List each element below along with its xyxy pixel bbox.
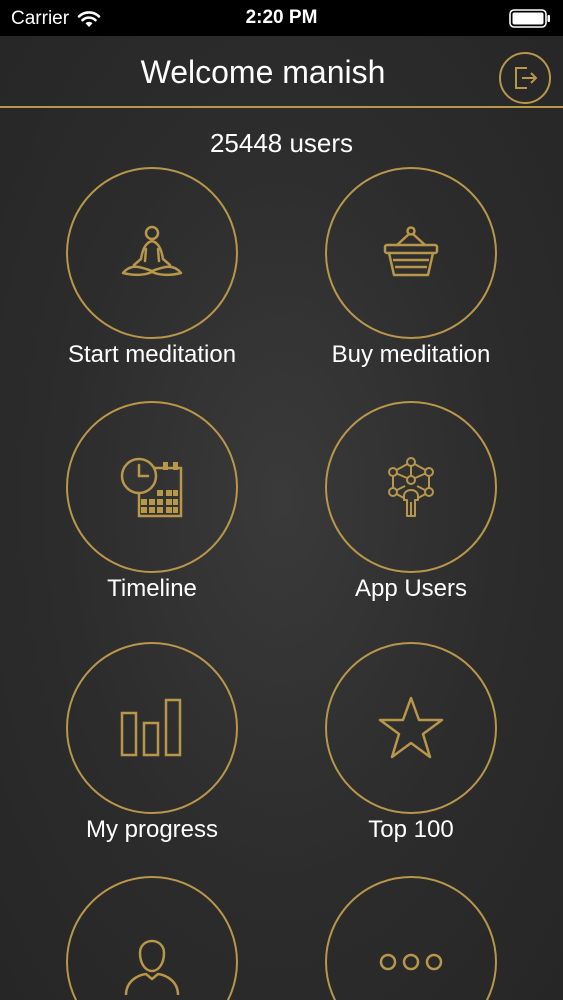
start-meditation-label: Start meditation	[67, 341, 237, 368]
app-users-label: App Users	[354, 575, 468, 602]
timeline-tile[interactable]: Timeline	[22, 401, 282, 603]
my-progress-label: My progress	[85, 816, 219, 843]
network-users-icon	[388, 457, 434, 517]
buy-meditation-label: Buy meditation	[331, 341, 491, 368]
buy-meditation-button[interactable]	[325, 167, 497, 339]
more-icon	[379, 953, 443, 971]
nav-bar: Welcome manish	[0, 36, 563, 108]
app-users-button[interactable]	[325, 401, 497, 573]
start-meditation-button[interactable]	[66, 167, 238, 339]
logout-button[interactable]	[499, 52, 551, 104]
status-bar: Carrier 2:20 PM	[0, 0, 563, 36]
my-progress-button[interactable]	[66, 642, 238, 814]
star-icon	[378, 696, 444, 759]
logout-icon	[515, 67, 538, 89]
battery-icon	[509, 9, 550, 28]
top-100-tile[interactable]: Top 100	[281, 642, 541, 844]
top-100-label: Top 100	[368, 816, 454, 843]
shopping-basket-icon	[383, 226, 439, 277]
profile-button[interactable]	[66, 876, 238, 1000]
app-users-tile[interactable]: App Users	[281, 401, 541, 603]
bar-chart-icon	[120, 698, 182, 757]
meditation-icon	[121, 225, 183, 277]
more-button[interactable]	[325, 876, 497, 1000]
timeline-label: Timeline	[107, 575, 197, 602]
user-count: 25448 users	[209, 128, 354, 158]
clock-calendar-icon	[120, 457, 183, 518]
page-title: Welcome manish	[140, 54, 386, 90]
start-meditation-tile[interactable]: Start meditation	[22, 167, 282, 369]
more-tile[interactable]	[281, 876, 541, 1000]
status-time: 2:20 PM	[245, 7, 318, 28]
my-progress-tile[interactable]: My progress	[22, 642, 282, 844]
top-100-button[interactable]	[325, 642, 497, 814]
profile-tile[interactable]	[22, 876, 282, 1000]
timeline-button[interactable]	[66, 401, 238, 573]
buy-meditation-tile[interactable]: Buy meditation	[281, 167, 541, 369]
profile-icon	[124, 939, 180, 996]
